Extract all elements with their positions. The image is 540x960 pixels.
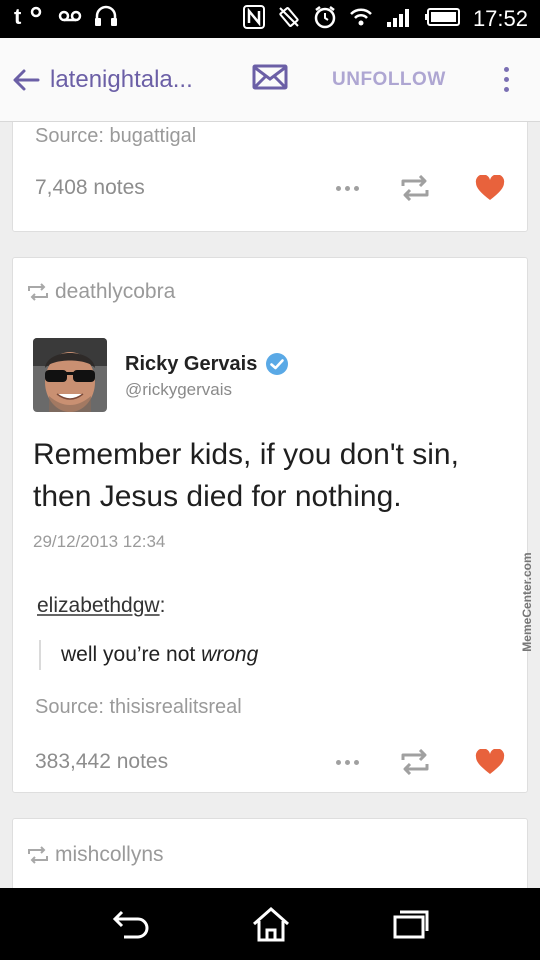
tweet-handle: @rickygervais (125, 380, 232, 399)
arrow-left-icon (13, 69, 40, 90)
svg-text:t: t (14, 5, 22, 27)
signal-icon (385, 6, 413, 33)
commenter-name[interactable]: elizabethdgw (37, 594, 160, 617)
app-bar: latenightala... UNFOLLOW (0, 38, 540, 122)
reblog-icon[interactable] (399, 175, 431, 201)
home-nav-icon[interactable] (251, 906, 291, 942)
post-card: mishcollyns (12, 818, 528, 888)
system-nav-bar (0, 888, 540, 960)
notes-count[interactable]: 383,442 notes (35, 750, 168, 774)
back-button[interactable] (2, 68, 50, 92)
overflow-menu-button[interactable] (503, 67, 509, 92)
comment-quote: well you’re not wrong (39, 640, 258, 670)
reblog-icon[interactable] (399, 749, 431, 775)
post-card: Source: bugattigal 7,408 notes (12, 122, 528, 232)
mail-icon (252, 64, 288, 90)
notes-count[interactable]: 7,408 notes (35, 176, 145, 200)
verified-badge-icon (266, 353, 289, 375)
battery-icon (424, 7, 461, 31)
watermark-text: MemeCenter.com (520, 552, 534, 652)
post-card: deathlycobra Ricky Gervais @rickygervais… (12, 257, 528, 793)
reblogger-name: mishcollyns (55, 843, 164, 866)
alarm-icon (313, 5, 337, 34)
post-source[interactable]: Source: thisisrealitsreal (35, 696, 242, 719)
dot-icon (503, 87, 509, 92)
post-source[interactable]: Source: bugattigal (35, 125, 196, 148)
status-bar: t 17:52 (0, 0, 540, 38)
unfollow-button[interactable]: UNFOLLOW (332, 69, 446, 91)
tweet-author-name: Ricky Gervais (125, 352, 258, 375)
back-nav-icon[interactable] (110, 909, 150, 939)
wifi-icon (349, 7, 373, 32)
vibrate-icon (277, 5, 301, 34)
blog-name[interactable]: latenightala... (50, 66, 222, 94)
clock: 17:52 (472, 6, 528, 31)
more-options-icon[interactable] (336, 185, 359, 191)
message-button[interactable] (252, 64, 288, 95)
dot-icon (503, 77, 509, 82)
comment-emphasis: wrong (201, 643, 259, 666)
comment-text: well you’re not (61, 643, 202, 666)
like-heart-icon[interactable] (475, 749, 505, 775)
watermark: MemeCenter.com (518, 546, 536, 658)
post-footer: 383,442 notes (13, 742, 527, 782)
dot-icon (503, 67, 509, 72)
tweet-text: Remember kids, if you don't sin, then Je… (33, 438, 459, 513)
reblog-small-icon (28, 846, 48, 864)
nfc-icon (242, 4, 265, 34)
voicemail-icon (58, 7, 84, 31)
reblogged-from[interactable]: deathlycobra (27, 280, 175, 304)
recent-apps-icon[interactable] (392, 909, 430, 939)
avatar (33, 338, 107, 412)
post-feed[interactable]: Source: bugattigal 7,408 notes deathlyco… (0, 122, 540, 888)
headphones-icon (94, 5, 118, 33)
colon: : (159, 594, 166, 617)
tweet-date: 29/12/2013 12:34 (33, 532, 166, 551)
reblogger-name: deathlycobra (55, 280, 176, 303)
commenter[interactable]: elizabethdgw: (37, 594, 165, 618)
post-footer: 7,408 notes (13, 168, 527, 208)
tumblr-notification-icon: t (14, 4, 48, 33)
reblogged-from[interactable]: mishcollyns (27, 843, 164, 867)
like-heart-icon[interactable] (475, 175, 505, 201)
reblog-small-icon (28, 283, 48, 301)
more-options-icon[interactable] (336, 759, 359, 765)
tweet-author: Ricky Gervais (125, 352, 289, 376)
